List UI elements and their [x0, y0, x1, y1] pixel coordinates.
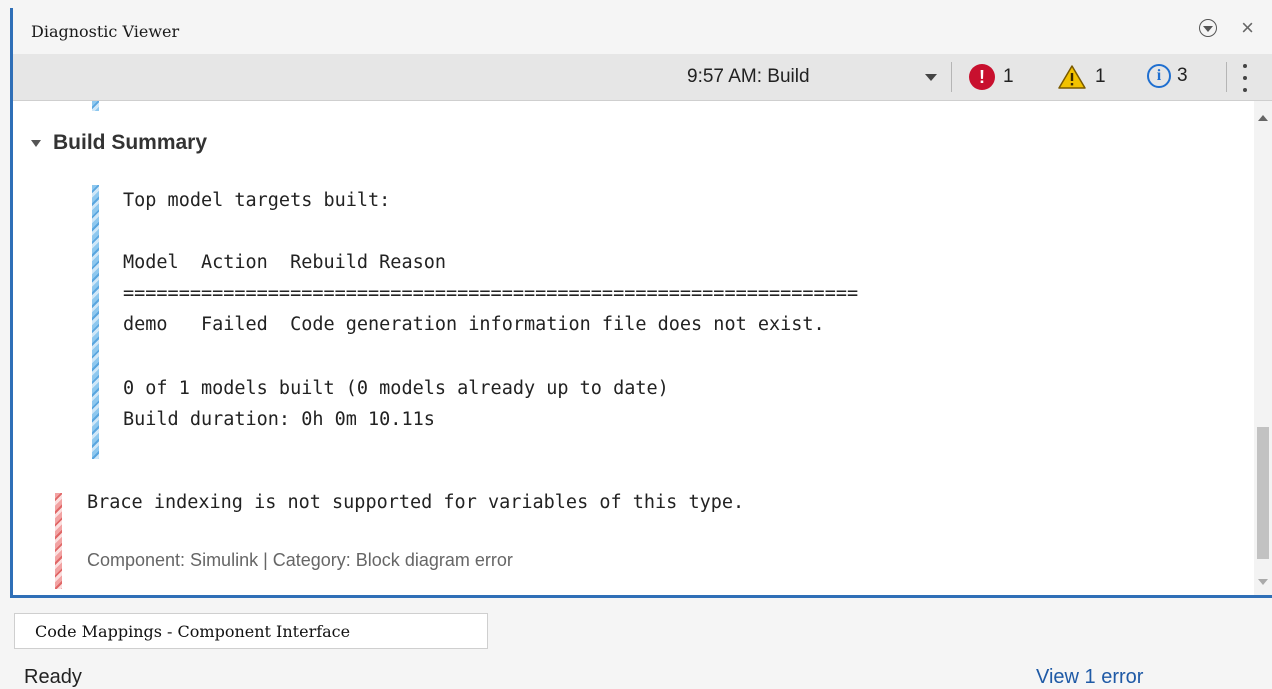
dropdown-caret-icon: [925, 74, 937, 81]
diagnostics-content: Build Summary Top model targets built: M…: [13, 101, 1254, 595]
title-bar-controls: ×: [1199, 17, 1254, 39]
toolbar-separator: [951, 62, 952, 92]
scroll-down-icon[interactable]: [1258, 579, 1268, 585]
build-summary-line: demo Failed Code generation information …: [123, 314, 825, 335]
build-summary-line: Model Action Rebuild Reason: [123, 252, 447, 273]
error-message[interactable]: Brace indexing is not supported for vari…: [87, 487, 744, 518]
build-summary-header[interactable]: Build Summary: [31, 131, 207, 155]
view-error-link[interactable]: View 1 error: [1036, 666, 1143, 689]
more-options-icon[interactable]: [1242, 64, 1248, 92]
build-summary-line: ========================================…: [123, 283, 859, 304]
error-icon: !: [969, 64, 995, 90]
warning-count: 1: [1095, 66, 1106, 87]
toolbar: 9:57 AM: Build ! 1 1 i 3: [13, 54, 1272, 101]
status-text: Ready: [24, 666, 82, 688]
vertical-scrollbar[interactable]: [1254, 101, 1272, 595]
build-summary-line: 0 of 1 models built (0 models already up…: [123, 378, 669, 399]
build-summary-heading: Build Summary: [53, 131, 208, 154]
error-count: 1: [1003, 66, 1014, 87]
info-count: 3: [1177, 65, 1188, 86]
error-stripe: [55, 493, 62, 589]
window-title: Diagnostic Viewer: [31, 21, 180, 41]
collapse-triangle-icon[interactable]: [31, 139, 41, 147]
scrollbar-thumb[interactable]: [1257, 427, 1269, 559]
info-stripe: [92, 185, 99, 459]
toolbar-separator: [1226, 62, 1227, 92]
build-summary-line: Top model targets built:: [123, 190, 391, 211]
info-filter-button[interactable]: i 3: [1147, 64, 1188, 88]
scroll-up-icon[interactable]: [1258, 115, 1268, 121]
chevron-circle-down-icon[interactable]: [1199, 19, 1218, 37]
build-summary-line: Build duration: 0h 0m 10.11s: [123, 409, 435, 430]
title-bar: Diagnostic Viewer ×: [13, 8, 1272, 54]
warning-filter-button[interactable]: 1: [1057, 64, 1106, 90]
build-selector-dropdown[interactable]: 9:57 AM: Build: [687, 64, 943, 90]
close-icon[interactable]: ×: [1241, 17, 1254, 39]
error-meta: Component: Simulink | Category: Block di…: [87, 550, 513, 570]
warning-icon: [1058, 65, 1086, 89]
info-stripe: [92, 101, 99, 111]
build-selector-value: 9:57 AM: Build: [687, 66, 810, 87]
diagnostic-viewer-window: Diagnostic Viewer × 9:57 AM: Build ! 1 1…: [10, 8, 1272, 598]
tab-code-mappings[interactable]: Code Mappings - Component Interface: [14, 613, 488, 649]
info-icon: i: [1147, 64, 1171, 88]
error-filter-button[interactable]: ! 1: [969, 64, 1014, 90]
